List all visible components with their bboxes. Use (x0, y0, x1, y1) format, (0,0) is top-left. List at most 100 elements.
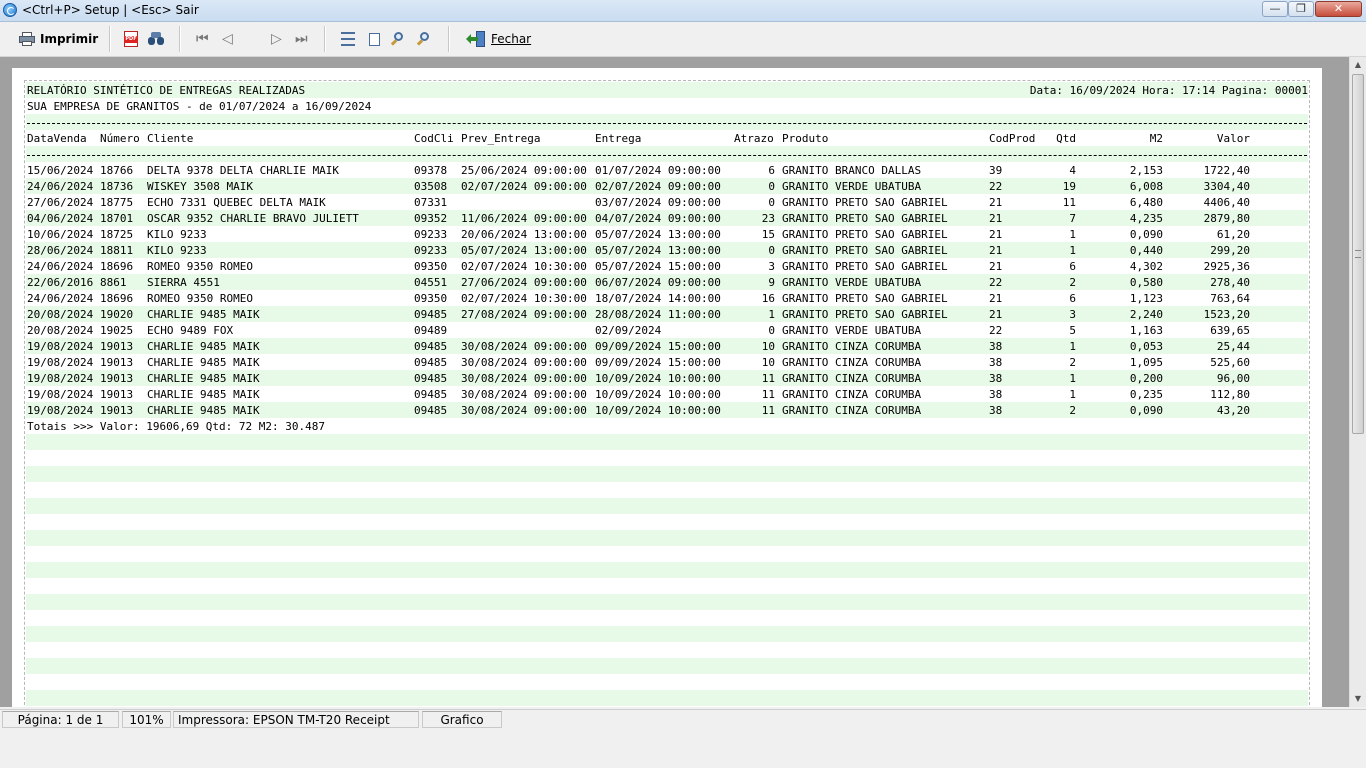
minimize-button[interactable]: — (1262, 1, 1288, 17)
col-header-entrega: Entrega (595, 132, 642, 145)
cell-qtd: 2 (1069, 356, 1076, 369)
cell-valor: 96,00 (1216, 372, 1250, 385)
preview-area[interactable]: RELATÓRIO SINTÉTICO DE ENTREGAS REALIZAD… (0, 57, 1366, 707)
cell-cliente: DELTA 9378 DELTA CHARLIE MAIK (147, 164, 340, 177)
cell-codcli: 03508 (414, 180, 448, 193)
cell-numero: 19013 (100, 340, 134, 353)
cell-prev-entrega: 27/08/2024 09:00:00 (461, 308, 587, 321)
cell-codprod: 38 (989, 404, 1003, 417)
cell-numero: 18696 (100, 292, 134, 305)
cell-atrazo: 0 (768, 196, 775, 209)
cell-qtd: 4 (1069, 164, 1076, 177)
col-header-produto: Produto (782, 132, 829, 145)
cell-codcli: 09350 (414, 260, 448, 273)
greenbar-band (26, 114, 1308, 130)
cell-produto: GRANITO CINZA CORUMBA (782, 404, 922, 417)
prev-page-button[interactable]: ◁ (222, 27, 233, 51)
col-header-qtd: Qtd (1056, 132, 1076, 145)
cell-entrega: 02/07/2024 09:00:00 (595, 180, 721, 193)
cell-valor: 639,65 (1210, 324, 1250, 337)
cell-datavenda: 28/06/2024 (27, 244, 94, 257)
cell-codcli: 09352 (414, 212, 448, 225)
cell-m2: 1,123 (1129, 292, 1163, 305)
cell-codprod: 21 (989, 308, 1003, 321)
col-header-codprod: CodProd (989, 132, 1036, 145)
cell-numero: 18736 (100, 180, 134, 193)
cell-datavenda: 19/08/2024 (27, 340, 94, 353)
cell-numero: 19013 (100, 372, 134, 385)
cell-codcli: 09485 (414, 356, 448, 369)
close-report-button[interactable]: Fechar (466, 27, 531, 51)
cell-datavenda: 24/06/2024 (27, 292, 94, 305)
cell-m2: 0,090 (1129, 228, 1163, 241)
search-button[interactable] (148, 27, 164, 51)
cell-datavenda: 15/06/2024 (27, 164, 94, 177)
last-page-button[interactable]: ⏭ (295, 27, 308, 51)
col-header-codcli: CodCli (414, 132, 454, 145)
cell-produto: GRANITO CINZA CORUMBA (782, 356, 922, 369)
cell-numero: 19013 (100, 388, 134, 401)
cell-numero: 18696 (100, 260, 134, 273)
cell-cliente: CHARLIE 9485 MAIK (147, 388, 260, 401)
scroll-up-icon[interactable]: ▲ (1350, 57, 1366, 73)
cell-m2: 1,163 (1129, 324, 1163, 337)
cell-produto: GRANITO CINZA CORUMBA (782, 388, 922, 401)
greenbar-band (26, 498, 1308, 514)
first-page-button[interactable]: ⏮ (196, 27, 209, 51)
maximize-button[interactable]: ❐ (1288, 1, 1314, 17)
cell-m2: 0,200 (1129, 372, 1163, 385)
cell-codcli: 09233 (414, 228, 448, 241)
cell-numero: 18701 (100, 212, 134, 225)
close-door-icon (466, 31, 486, 47)
minimize-icon: — (1269, 2, 1281, 15)
cell-codprod: 21 (989, 196, 1003, 209)
vertical-scrollbar[interactable]: ▲ ▼ (1349, 57, 1366, 707)
cell-produto: GRANITO VERDE UBATUBA (782, 324, 922, 337)
close-icon: ✕ (1333, 2, 1344, 15)
zoom-out-button[interactable] (416, 27, 431, 51)
scroll-thumb[interactable] (1352, 74, 1364, 434)
cell-numero: 8861 (100, 276, 127, 289)
cell-qtd: 1 (1069, 228, 1076, 241)
cell-datavenda: 19/08/2024 (27, 388, 94, 401)
status-page: Página: 1 de 1 (2, 711, 119, 728)
cell-codprod: 21 (989, 228, 1003, 241)
cell-m2: 4,302 (1129, 260, 1163, 273)
greenbar-band (26, 466, 1308, 482)
cell-atrazo: 9 (768, 276, 775, 289)
zoom-in-button[interactable] (390, 27, 405, 51)
zoom-in-icon (390, 32, 405, 46)
col-header-m2: M2 (1149, 132, 1163, 145)
cell-prev-entrega: 30/08/2024 09:00:00 (461, 404, 587, 417)
cell-codcli: 04551 (414, 276, 448, 289)
cell-entrega: 02/09/2024 (595, 324, 662, 337)
status-bar: Página: 1 de 1 101% Impressora: EPSON TM… (0, 709, 1366, 730)
cell-codcli: 09485 (414, 340, 448, 353)
scroll-down-icon[interactable]: ▼ (1350, 691, 1366, 707)
next-page-button[interactable]: ▷ (271, 27, 282, 51)
cell-codcli: 09233 (414, 244, 448, 257)
cell-numero: 18766 (100, 164, 134, 177)
cell-valor: 1523,20 (1203, 308, 1250, 321)
cell-cliente: CHARLIE 9485 MAIK (147, 308, 260, 321)
greenbar-band (26, 690, 1308, 706)
print-button[interactable]: Imprimir (19, 27, 98, 51)
cell-numero: 19025 (100, 324, 134, 337)
cell-produto: GRANITO PRETO SAO GABRIEL (782, 212, 948, 225)
cell-cliente: CHARLIE 9485 MAIK (147, 356, 260, 369)
status-mode: Grafico (422, 711, 502, 728)
greenbar-band (26, 562, 1308, 578)
cell-qtd: 11 (1062, 196, 1076, 209)
cell-qtd: 19 (1062, 180, 1076, 193)
greenbar-band (26, 146, 1308, 162)
export-pdf-button[interactable]: PDF (124, 27, 138, 51)
cell-entrega: 10/09/2024 10:00:00 (595, 388, 721, 401)
cell-valor: 525,60 (1210, 356, 1250, 369)
close-window-button[interactable]: ✕ (1315, 1, 1362, 17)
cell-entrega: 03/07/2024 09:00:00 (595, 196, 721, 209)
fit-width-button[interactable] (341, 27, 355, 51)
cell-atrazo: 11 (761, 372, 775, 385)
cell-codprod: 22 (989, 180, 1003, 193)
full-page-button[interactable] (369, 27, 380, 51)
greenbar-band (26, 530, 1308, 546)
